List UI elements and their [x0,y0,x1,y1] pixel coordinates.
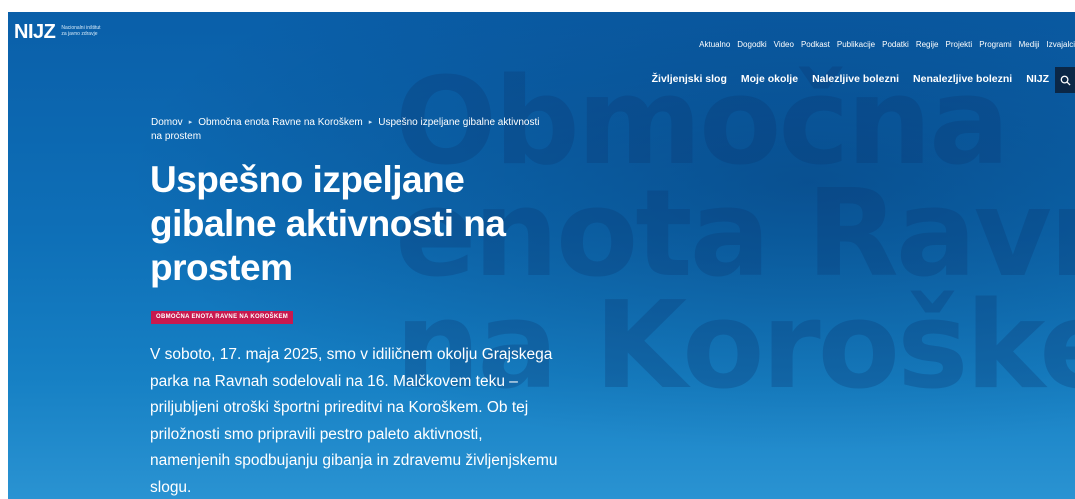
breadcrumb-section[interactable]: Območna enota Ravne na Koroškem [198,117,363,128]
nav-main-item-zivljenjski-slog[interactable]: Življenjski slog [652,73,727,85]
nav-top-item-podkast[interactable]: Podkast [801,40,830,49]
breadcrumb-separator-icon: ▸ [368,119,373,126]
category-badge[interactable]: OBMOČNA ENOTA RAVNE NA KOROŠKEM [151,311,294,324]
nav-main-item-nenalezljive-bolezni[interactable]: Nenalezljive bolezni [913,73,1012,85]
hero-section: Območna enota Ravne na Koroškem NIJZ Nac… [8,12,1075,499]
breadcrumb: Domov ▸ Območna enota Ravne na Koroškem ▸ Us… [151,116,551,144]
nav-top-item-publikacije[interactable]: Publikacije [837,40,875,49]
nav-top-item-aktualno[interactable]: Aktualno [699,40,730,49]
nav-top-item-podatki[interactable]: Podatki [882,40,909,49]
breadcrumb-home[interactable]: Domov [151,117,183,128]
main-nav: Življenjski slog Moje okolje Nalezljive … [652,73,1049,85]
breadcrumb-separator-icon: ▸ [188,119,193,126]
logo-text-line: za javno zdravje [61,31,98,37]
article-lead: V soboto, 17. maja 2025, smo v idiličnem… [150,346,558,496]
search-icon [1060,75,1071,86]
nav-main-item-nijz[interactable]: NIJZ [1026,73,1049,85]
nav-top-item-izvajalci[interactable]: Izvajalci [1047,40,1075,49]
page-title: Uspešno izpeljane gibalne aktivnosti na … [150,159,506,288]
nav-top-item-mediji[interactable]: Mediji [1019,40,1040,49]
logo-text: Nacionalni inštitut za javno zdravje [61,25,100,37]
secondary-nav: Aktualno Dogodki Video Podkast Publikaci… [699,40,1075,49]
nav-top-item-video[interactable]: Video [774,40,794,49]
nav-main-item-nalezljive-bolezni[interactable]: Nalezljive bolezni [812,73,899,85]
nav-top-item-programi[interactable]: Programi [979,40,1011,49]
site-logo[interactable]: NIJZ Nacionalni inštitut za javno zdravj… [14,22,101,42]
search-button[interactable] [1055,67,1075,93]
nav-main-item-moje-okolje[interactable]: Moje okolje [741,73,798,85]
nav-top-item-projekti[interactable]: Projekti [946,40,973,49]
nav-top-item-regije[interactable]: Regije [916,40,939,49]
nav-top-item-dogodki[interactable]: Dogodki [737,40,766,49]
logo-mark: NIJZ [14,21,56,43]
